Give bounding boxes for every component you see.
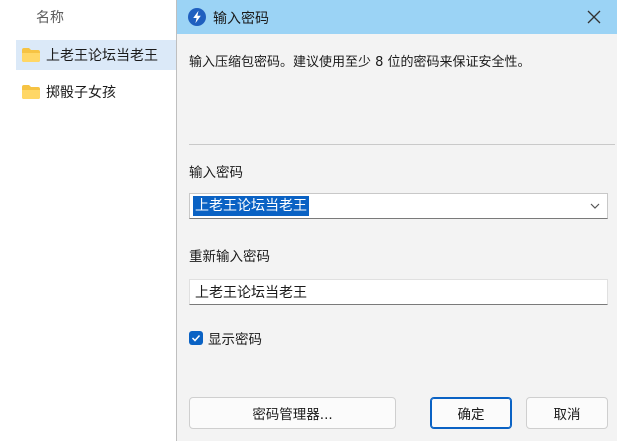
show-password-checkbox-row[interactable]: 显示密码: [189, 328, 262, 348]
cancel-button[interactable]: 取消: [526, 397, 608, 429]
dialog-description: 输入压缩包密码。建议使用至少 8 位的密码来保证安全性。: [189, 55, 531, 70]
lightning-bolt-icon: [188, 8, 206, 26]
divider: [189, 144, 615, 145]
show-password-checkbox[interactable]: [189, 331, 203, 345]
password-label: 输入密码: [189, 165, 243, 181]
password-combobox[interactable]: 上老王论坛当老王: [189, 193, 608, 219]
close-icon: [587, 10, 601, 24]
close-button[interactable]: [571, 0, 617, 34]
password-dialog: 输入密码 输入压缩包密码。建议使用至少 8 位的密码来保证安全性。 输入密码 上…: [176, 0, 617, 441]
dialog-title: 输入密码: [213, 11, 269, 27]
password-manager-button[interactable]: 密码管理器...: [189, 397, 396, 429]
chevron-down-icon[interactable]: [589, 200, 601, 212]
file-name: 上老王论坛当老王: [46, 48, 158, 64]
password-value: 上老王论坛当老王: [193, 196, 309, 216]
column-header-name[interactable]: 名称: [36, 7, 64, 27]
show-password-label: 显示密码: [208, 332, 262, 348]
list-item[interactable]: 掷骰子女孩: [16, 77, 176, 107]
list-item[interactable]: 上老王论坛当老王: [16, 40, 176, 70]
file-name: 掷骰子女孩: [46, 85, 116, 101]
dialog-titlebar[interactable]: 输入密码: [177, 0, 617, 34]
reenter-password-input[interactable]: 上老王论坛当老王: [189, 279, 608, 305]
checkmark-icon: [191, 334, 201, 342]
ok-button[interactable]: 确定: [430, 397, 512, 429]
screen: 名称 上老王论坛当老王 掷骰子女孩 输入密码 输入压缩包密码。建议使用至少 8 …: [0, 0, 617, 441]
reenter-password-label: 重新输入密码: [189, 249, 270, 265]
folder-icon: [22, 48, 40, 62]
folder-icon: [22, 85, 40, 99]
